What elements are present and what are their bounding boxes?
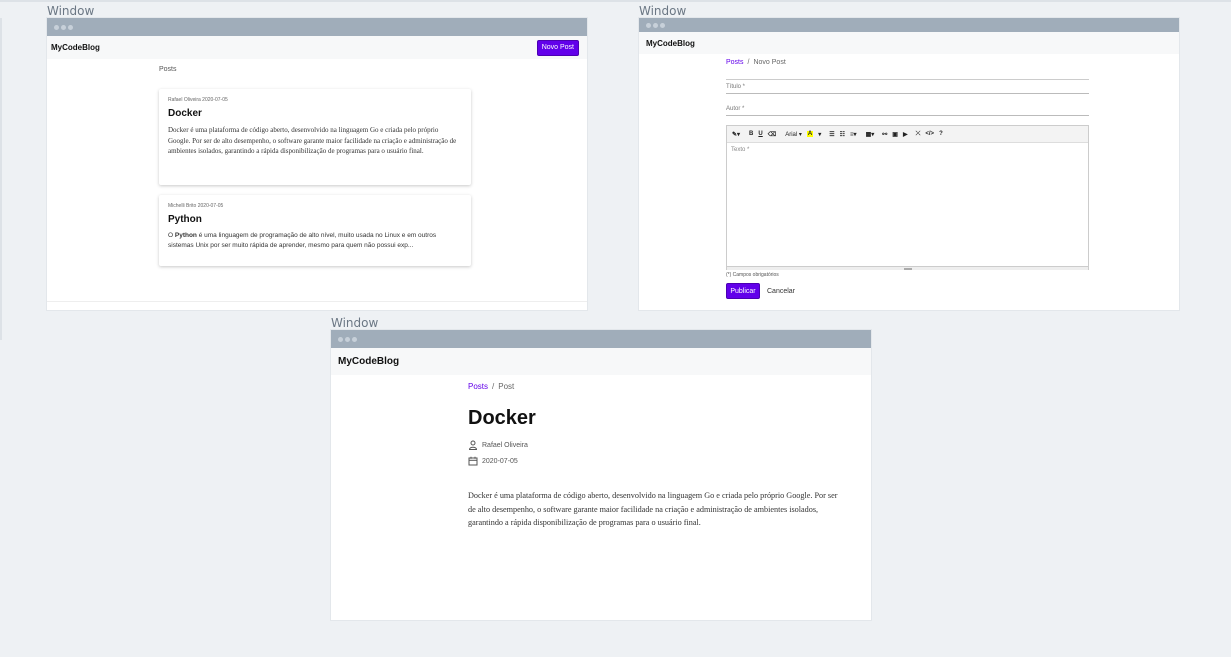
editor-resize-handle[interactable] bbox=[727, 266, 1088, 270]
app-header: MyCodeBlog bbox=[331, 348, 871, 375]
link-icon[interactable]: ⚯ bbox=[882, 131, 887, 138]
post-title[interactable]: Docker bbox=[168, 108, 462, 119]
post-card-docker[interactable]: Rafael Oliveira 2020-07-05 Docker Docker… bbox=[159, 89, 471, 185]
calendar-icon bbox=[468, 456, 478, 466]
person-icon bbox=[468, 440, 478, 450]
bold-button[interactable]: B bbox=[749, 131, 753, 137]
app-header: MyCodeBlog bbox=[639, 32, 1179, 54]
font-family-dropdown[interactable]: Arial ▾ bbox=[785, 131, 802, 138]
required-fields-note: (*) Campos obrigatórios bbox=[726, 272, 779, 278]
post-list-window: MyCodeBlog Novo Post Posts Rafael Olivei… bbox=[47, 18, 587, 310]
form-top-divider bbox=[726, 79, 1089, 80]
title-field[interactable]: Título * bbox=[726, 84, 1089, 94]
new-post-button[interactable]: Novo Post bbox=[536, 39, 579, 56]
window-titlebar[interactable] bbox=[639, 18, 1179, 32]
post-author: Rafael Oliveira bbox=[468, 440, 528, 450]
canvas-left-border bbox=[0, 18, 2, 340]
paragraph-align-icon[interactable]: ≡▾ bbox=[850, 131, 857, 138]
breadcrumb-posts-link[interactable]: Posts bbox=[726, 59, 744, 66]
cancel-button[interactable]: Cancelar bbox=[763, 283, 800, 299]
underline-button[interactable]: U bbox=[758, 131, 762, 137]
breadcrumb: Posts / Novo Post bbox=[726, 59, 786, 66]
brand-logo[interactable]: MyCodeBlog bbox=[646, 39, 695, 48]
page-title: Posts bbox=[159, 66, 177, 73]
brand-logo[interactable]: MyCodeBlog bbox=[51, 43, 100, 52]
window-control-dot[interactable] bbox=[61, 24, 66, 30]
window-control-dot[interactable] bbox=[660, 22, 665, 28]
post-body: Docker é uma plataforma de código aberto… bbox=[468, 491, 838, 527]
window-control-dot[interactable] bbox=[352, 336, 357, 342]
publish-button[interactable]: Publicar bbox=[726, 283, 760, 299]
app-header: MyCodeBlog Novo Post bbox=[47, 36, 587, 59]
breadcrumb-separator: / bbox=[492, 382, 495, 391]
window-control-dot[interactable] bbox=[338, 336, 343, 342]
post-title[interactable]: Python bbox=[168, 214, 462, 225]
brand-logo[interactable]: MyCodeBlog bbox=[338, 356, 399, 367]
post-title: Docker bbox=[468, 407, 536, 429]
window-titlebar[interactable] bbox=[331, 330, 871, 348]
table-icon[interactable]: ▦▾ bbox=[866, 131, 875, 138]
breadcrumb-current: Post bbox=[498, 382, 515, 391]
editor-toolbar: ✎▾ B U ⌫ Arial ▾ A ▾ ☰ ☷ ≡▾ ▦▾ ⚯ ▣ ▶ ⤫ <… bbox=[727, 126, 1088, 143]
breadcrumb: Posts / Post bbox=[468, 382, 514, 391]
resize-grip-icon bbox=[903, 267, 912, 270]
clear-format-icon[interactable]: ⌫ bbox=[768, 131, 776, 138]
footer-divider bbox=[47, 301, 587, 302]
window-label: Window bbox=[47, 4, 95, 18]
image-icon[interactable]: ▣ bbox=[892, 131, 898, 138]
window-control-dot[interactable] bbox=[54, 24, 59, 30]
ordered-list-icon[interactable]: ☷ bbox=[840, 131, 845, 138]
window-control-dot[interactable] bbox=[68, 24, 73, 30]
post-excerpt: Docker é uma plataforma de código aberto… bbox=[168, 126, 457, 155]
text-color-caret-icon[interactable]: ▾ bbox=[818, 131, 821, 138]
window-titlebar[interactable] bbox=[47, 18, 587, 36]
post-date: 2020-07-05 bbox=[468, 456, 518, 466]
post-meta: Rafael Oliveira 2020-07-05 bbox=[168, 97, 228, 103]
fullscreen-icon[interactable]: ⤫ bbox=[916, 131, 921, 138]
author-field[interactable]: Autor * bbox=[726, 106, 1089, 116]
help-icon[interactable]: ? bbox=[939, 131, 943, 137]
rich-text-editor: ✎▾ B U ⌫ Arial ▾ A ▾ ☰ ☷ ≡▾ ▦▾ ⚯ ▣ ▶ ⤫ <… bbox=[726, 125, 1089, 270]
breadcrumb-current: Novo Post bbox=[753, 59, 786, 66]
window-label: Window bbox=[331, 316, 379, 330]
breadcrumb-separator: / bbox=[747, 59, 750, 66]
window-control-dot[interactable] bbox=[653, 22, 658, 28]
window-control-dot[interactable] bbox=[345, 336, 350, 342]
text-color-icon[interactable]: A bbox=[806, 131, 814, 137]
post-detail-window: MyCodeBlog Posts / Post Docker Rafael Ol… bbox=[331, 330, 871, 620]
window-control-dot[interactable] bbox=[646, 22, 651, 28]
unordered-list-icon[interactable]: ☰ bbox=[829, 131, 834, 138]
magic-wand-icon[interactable]: ✎▾ bbox=[732, 131, 740, 138]
video-icon[interactable]: ▶ bbox=[903, 131, 908, 138]
breadcrumb-posts-link[interactable]: Posts bbox=[468, 382, 488, 391]
post-meta: Michelli Brito 2020-07-05 bbox=[168, 203, 224, 209]
post-excerpt: O Python é uma linguagem de programação … bbox=[168, 232, 437, 249]
author-name: Rafael Oliveira bbox=[482, 441, 528, 449]
post-card-python[interactable]: Michelli Brito 2020-07-05 Python O Pytho… bbox=[159, 195, 471, 266]
window-label: Window bbox=[639, 4, 687, 18]
canvas-top-border bbox=[0, 0, 1231, 2]
editor-text-area[interactable]: Texto * bbox=[727, 143, 1088, 266]
publish-date: 2020-07-05 bbox=[482, 457, 518, 465]
code-view-icon[interactable]: </> bbox=[925, 131, 934, 137]
new-post-window: MyCodeBlog Posts / Novo Post Título * Au… bbox=[639, 18, 1179, 310]
